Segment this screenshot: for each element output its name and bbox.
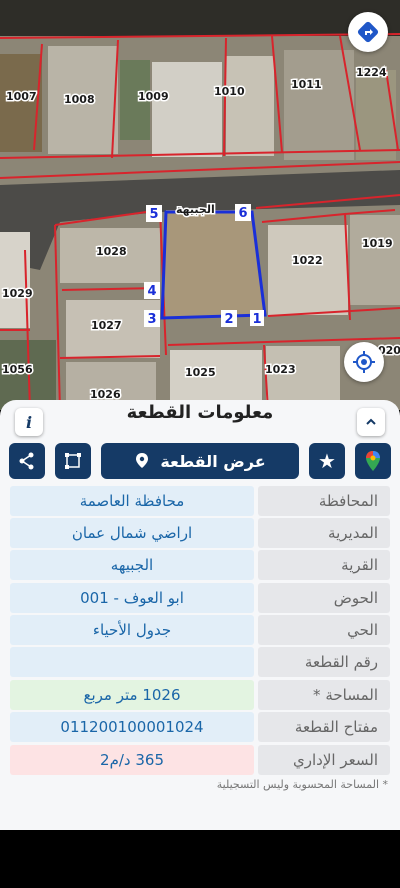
satellite-map[interactable]: 1007 1008 1009 1010 1011 1224 1028 1022 …: [0, 0, 400, 410]
info-row-directorate: اراضي شمال عمان المديرية: [10, 518, 390, 548]
neighborhood-label: الحي: [258, 615, 390, 645]
maps-pin-icon: [366, 451, 380, 471]
building: [284, 50, 354, 160]
svg-text:6: 6: [238, 206, 247, 221]
share-icon: [19, 452, 34, 470]
parcel-number: 1010: [214, 85, 245, 98]
parcel-number: 1008: [64, 93, 95, 106]
info-row-area: 1026 متر مربع المساحة *: [10, 680, 390, 710]
selected-parcel-ground: [162, 210, 265, 318]
location-pin-icon: [136, 453, 149, 468]
parcel-number: 1224: [356, 66, 387, 79]
crosshair-icon: [353, 351, 375, 373]
parcel-number: 1023: [265, 363, 296, 376]
google-maps-button[interactable]: [355, 443, 391, 479]
vertex-marker: 6: [235, 204, 251, 221]
parcel-key-value: 011200100001024: [10, 712, 254, 742]
vertex-marker: 5: [146, 205, 162, 222]
vertex-marker: 3: [144, 310, 160, 327]
basin-value: ابو العوف - 001: [10, 583, 254, 613]
vertex-marker: 2: [221, 310, 237, 327]
parcel-number: 1028: [96, 245, 127, 258]
area-label: المساحة *: [258, 680, 390, 710]
svg-text:3: 3: [147, 312, 156, 327]
parcel-number-value: [10, 647, 254, 677]
info-icon: i: [25, 412, 33, 432]
vertex-marker: 4: [144, 282, 160, 299]
info-row-governorate: محافظة العاصمة المحافظة: [10, 486, 390, 516]
governorate-label: المحافظة: [258, 486, 390, 516]
my-location-button[interactable]: [344, 342, 384, 382]
svg-text:4: 4: [147, 284, 156, 299]
building: [152, 62, 222, 157]
info-row-parcel-key: 011200100001024 مفتاح القطعة: [10, 712, 390, 742]
parcel-number: 1007: [6, 90, 37, 103]
info-row-village: الجبيهه القرية: [10, 550, 390, 580]
parcel-number: 1022: [292, 254, 323, 267]
basin-label: الحوض: [258, 583, 390, 613]
polygon-select-button[interactable]: [55, 443, 91, 479]
show-parcel-button[interactable]: عرض القطعة: [101, 443, 299, 479]
chevron-up-icon: [366, 418, 376, 425]
info-row-admin-price: 365 د/م2 السعر الإداري: [10, 745, 390, 775]
favorite-button[interactable]: ★: [309, 443, 345, 479]
parcel-number: 1011: [291, 78, 322, 91]
svg-text:1: 1: [252, 312, 261, 327]
admin-price-label: السعر الإداري: [258, 745, 390, 775]
parcel-number: 1025: [185, 366, 216, 379]
info-button[interactable]: i: [15, 408, 43, 436]
map-view[interactable]: 1007 1008 1009 1010 1011 1224 1028 1022 …: [0, 0, 400, 410]
star-icon: ★: [318, 449, 336, 473]
share-button[interactable]: [9, 443, 45, 479]
route-icon: [357, 21, 379, 43]
area-value: 1026 متر مربع: [10, 680, 254, 710]
svg-text:2: 2: [224, 312, 233, 327]
governorate-value: محافظة العاصمة: [10, 486, 254, 516]
parcel-info-panel: معلومات القطعة i عرض القطعة ★ محافظة الع…: [0, 400, 400, 830]
parcel-number-label: رقم القطعة: [258, 647, 390, 677]
building: [226, 56, 274, 156]
parcel-key-label: مفتاح القطعة: [258, 712, 390, 742]
directorate-value: اراضي شمال عمان: [10, 518, 254, 548]
admin-price-value: 365 د/م2: [10, 745, 254, 775]
svg-text:5: 5: [149, 207, 158, 222]
map-top-band: [0, 0, 400, 36]
system-navigation-bar: [0, 838, 400, 888]
parcel-number: 1056: [2, 363, 33, 376]
building: [268, 225, 348, 315]
show-parcel-label: عرض القطعة: [160, 451, 266, 471]
parcel-number: 1009: [138, 90, 169, 103]
building: [356, 70, 396, 160]
polygon-icon: [65, 453, 81, 469]
vertex-marker: 1: [250, 310, 264, 327]
info-row-parcel-number: رقم القطعة: [10, 647, 390, 677]
directorate-label: المديرية: [258, 518, 390, 548]
village-label: القرية: [258, 550, 390, 580]
info-row-neighborhood: جدول الأحياء الحي: [10, 615, 390, 645]
parcel-number: 1027: [91, 319, 122, 332]
building: [350, 215, 400, 305]
village-value: الجبيهه: [10, 550, 254, 580]
info-row-basin: ابو العوف - 001 الحوض: [10, 583, 390, 613]
area-footnote: * المساحة المحسوبة وليس التسجيلية: [216, 778, 388, 791]
panel-title: معلومات القطعة: [126, 402, 274, 423]
parcel-number: 1019: [362, 237, 393, 250]
collapse-button[interactable]: [357, 408, 385, 436]
navigation-button[interactable]: [348, 12, 388, 52]
parcel-number: 1029: [2, 287, 33, 300]
street-label: الجبيهة: [176, 203, 215, 216]
neighborhood-value: جدول الأحياء: [10, 615, 254, 645]
